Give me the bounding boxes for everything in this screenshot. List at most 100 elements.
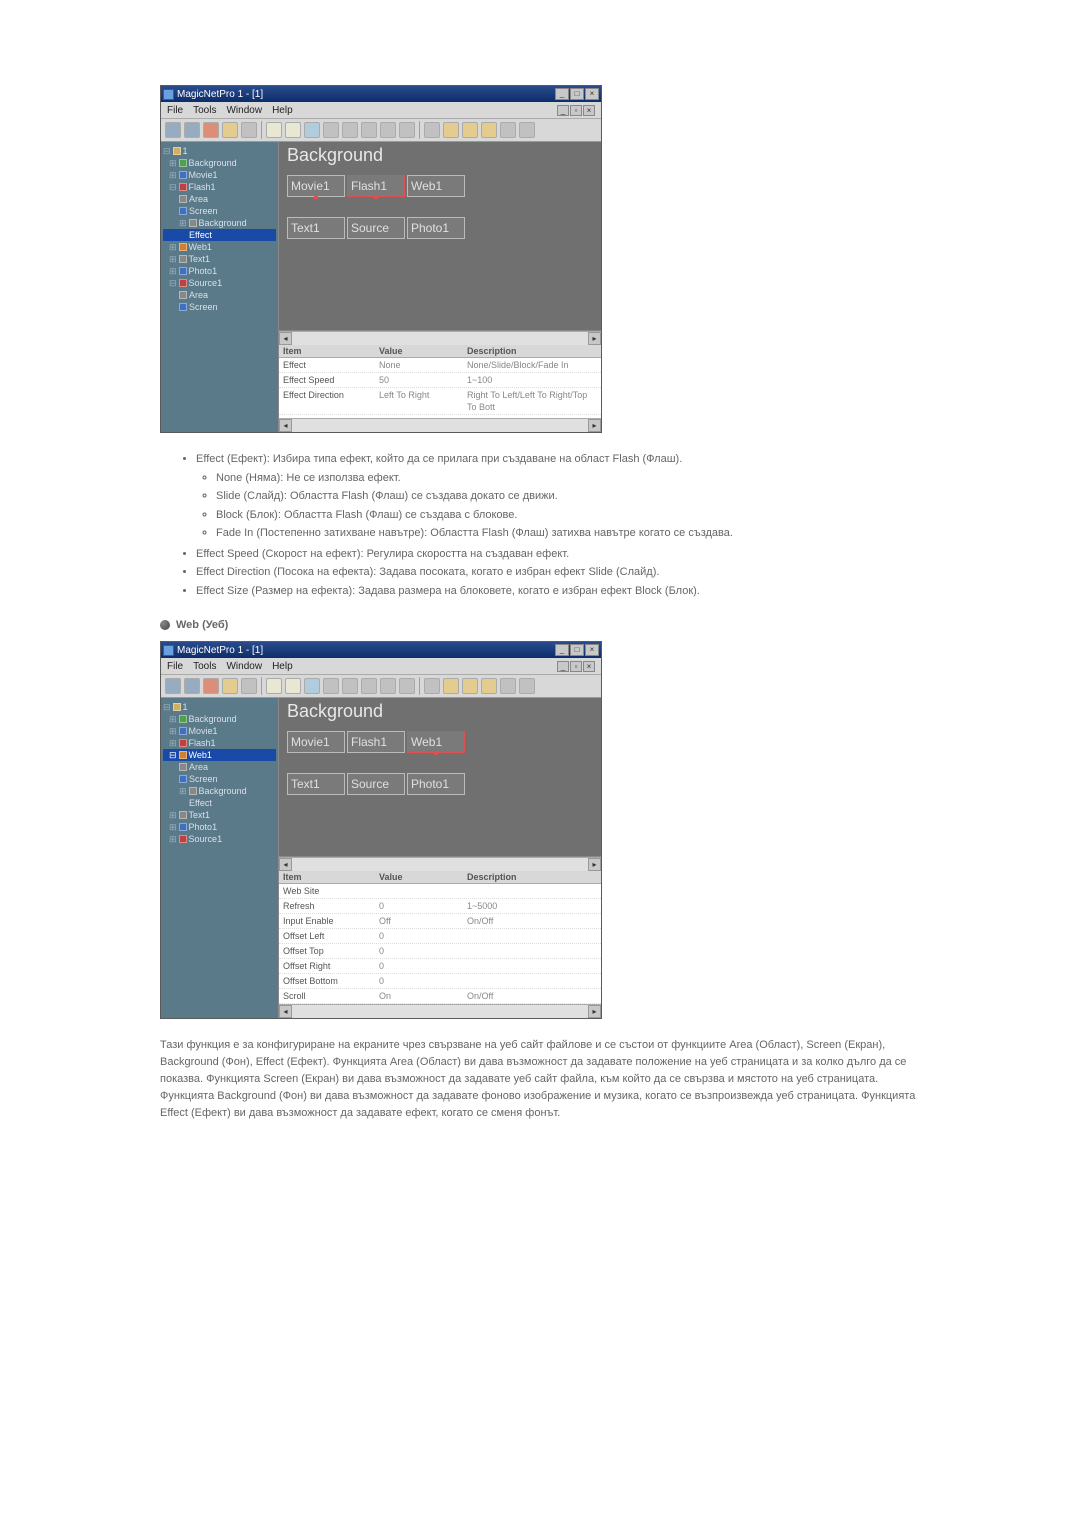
tool-icon[interactable] [500,122,516,138]
menu-help[interactable]: Help [272,105,293,116]
prop-value[interactable] [375,884,463,898]
tool-icon[interactable] [266,678,282,694]
tool-icon[interactable] [399,122,415,138]
property-row[interactable]: Input EnableOffOn/Off [279,914,601,929]
tool-icon[interactable] [481,678,497,694]
tool-icon[interactable] [165,678,181,694]
prop-value[interactable]: 0 [375,959,463,973]
prop-item: Offset Top [279,944,375,958]
property-row[interactable]: Web Site [279,884,601,899]
tool-icon[interactable] [342,122,358,138]
tool-icon[interactable] [462,678,478,694]
tool-icon[interactable] [399,678,415,694]
tool-icon[interactable] [519,122,535,138]
tool-icon[interactable] [424,678,440,694]
close-icon[interactable]: × [585,88,599,100]
tool-icon[interactable] [203,122,219,138]
close-icon[interactable]: × [585,644,599,656]
preview-canvas[interactable]: Background Movie1 Flash1 Web1 Text1 Sour… [279,142,601,331]
property-row[interactable]: Offset Right0 [279,959,601,974]
menu-tools[interactable]: Tools [193,661,216,672]
tool-icon[interactable] [500,678,516,694]
project-tree[interactable]: ⊟1 ⊞Background ⊞Movie1 ⊞Flash1 ⊟Web1 Are… [161,698,279,1018]
menubar: File Tools Window Help _ ▫ × [161,658,601,675]
prop-value[interactable]: 50 [375,373,463,387]
tool-text-icon[interactable] [241,678,257,694]
prop-value[interactable]: Left To Right [375,388,463,414]
maximize-icon[interactable]: □ [570,88,584,100]
doc-close-icon[interactable]: × [583,105,595,116]
prop-value[interactable]: 0 [375,944,463,958]
menu-file[interactable]: File [167,661,183,672]
tool-icon[interactable] [443,678,459,694]
tool-icon[interactable] [184,122,200,138]
tool-icon[interactable] [266,122,282,138]
menu-tools[interactable]: Tools [193,105,216,116]
property-row[interactable]: ScrollOnOn/Off [279,989,601,1004]
tool-icon[interactable] [165,122,181,138]
tool-icon[interactable] [285,122,301,138]
properties-grid-1[interactable]: EffectNoneNone/Slide/Block/Fade InEffect… [279,358,601,418]
tool-icon[interactable] [304,122,320,138]
tool-icon[interactable] [519,678,535,694]
prop-value[interactable]: None [375,358,463,372]
property-row[interactable]: Refresh01~5000 [279,899,601,914]
prop-value[interactable]: Off [375,914,463,928]
menu-window[interactable]: Window [226,661,262,672]
property-row[interactable]: Offset Bottom0 [279,974,601,989]
tool-icon[interactable] [222,122,238,138]
doc-close-icon[interactable]: × [583,661,595,672]
tool-icon[interactable] [462,122,478,138]
menu-window[interactable]: Window [226,105,262,116]
tool-icon[interactable] [361,678,377,694]
tool-icon[interactable] [323,678,339,694]
tool-icon[interactable] [481,122,497,138]
doc-restore-icon[interactable]: ▫ [570,661,582,672]
preview-canvas[interactable]: Background Movie1 Flash1 Web1 Text1 Sour… [279,698,601,857]
doc-minimize-icon[interactable]: _ [557,661,569,672]
tool-icon[interactable] [285,678,301,694]
tool-icon[interactable] [184,678,200,694]
menu-help[interactable]: Help [272,661,293,672]
tool-icon[interactable] [424,122,440,138]
tool-icon[interactable] [203,678,219,694]
source-icon [179,835,187,843]
project-tree[interactable]: ⊟1 ⊞Background ⊞Movie1 ⊟Flash1 Area Scre… [161,142,279,432]
property-row[interactable]: Effect DirectionLeft To RightRight To Le… [279,388,601,415]
property-row[interactable]: Effect Speed501~100 [279,373,601,388]
tool-icon[interactable] [380,678,396,694]
doc-minimize-icon[interactable]: _ [557,105,569,116]
doc-restore-icon[interactable]: ▫ [570,105,582,116]
menu-file[interactable]: File [167,105,183,116]
tool-icon[interactable] [342,678,358,694]
properties-header: Item Value Description [279,871,601,884]
property-row[interactable]: EffectNoneNone/Slide/Block/Fade In [279,358,601,373]
maximize-icon[interactable]: □ [570,644,584,656]
tool-icon[interactable] [323,122,339,138]
prop-value[interactable]: On [375,989,463,1003]
section-header-web: Web (Уеб) [160,619,920,631]
prop-value[interactable]: 0 [375,899,463,913]
minimize-icon[interactable]: _ [555,88,569,100]
property-row[interactable]: Offset Top0 [279,944,601,959]
tool-icon[interactable] [361,122,377,138]
canvas-hscrollbar[interactable]: ◂▸ [279,331,601,345]
properties-grid-2[interactable]: Web SiteRefresh01~5000Input EnableOffOn/… [279,884,601,1004]
minimize-icon[interactable]: _ [555,644,569,656]
prop-value[interactable]: 0 [375,929,463,943]
app-icon [163,645,174,656]
canvas-hscrollbar[interactable]: ◂▸ [279,857,601,871]
prop-desc: Right To Left/Left To Right/Top To Bott [463,388,601,414]
titlebar[interactable]: MagicNetPro 1 - [1] _ □ × [161,86,601,102]
toolbar [161,675,601,698]
tool-icon[interactable] [443,122,459,138]
titlebar[interactable]: MagicNetPro 1 - [1] _ □ × [161,642,601,658]
tool-icon[interactable] [380,122,396,138]
prop-value[interactable]: 0 [375,974,463,988]
props-hscrollbar[interactable]: ◂▸ [279,1004,601,1018]
props-hscrollbar[interactable]: ◂▸ [279,418,601,432]
tool-icon[interactable] [222,678,238,694]
tool-icon[interactable] [304,678,320,694]
property-row[interactable]: Offset Left0 [279,929,601,944]
tool-text-icon[interactable] [241,122,257,138]
